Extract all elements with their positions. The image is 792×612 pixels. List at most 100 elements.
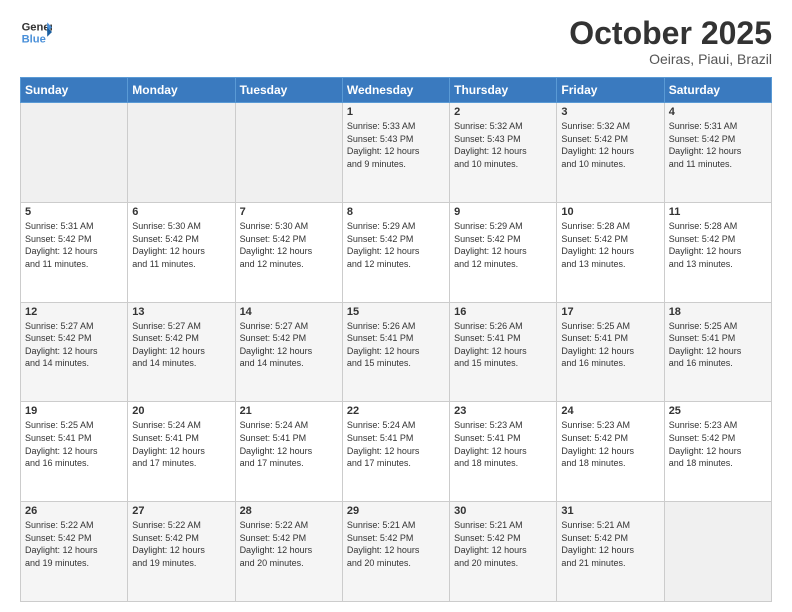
day-number: 9 (454, 206, 552, 218)
day-number: 28 (240, 505, 338, 517)
day-info: Sunrise: 5:27 AMSunset: 5:42 PMDaylight:… (132, 320, 230, 370)
day-number: 8 (347, 206, 445, 218)
weekday-header: Monday (128, 78, 235, 103)
day-number: 12 (25, 306, 123, 318)
calendar-cell (21, 103, 128, 203)
day-number: 26 (25, 505, 123, 517)
day-info: Sunrise: 5:22 AMSunset: 5:42 PMDaylight:… (132, 519, 230, 569)
day-info: Sunrise: 5:24 AMSunset: 5:41 PMDaylight:… (347, 419, 445, 469)
page: General Blue October 2025 Oeiras, Piaui,… (0, 0, 792, 612)
calendar-table: SundayMondayTuesdayWednesdayThursdayFrid… (20, 77, 772, 602)
day-number: 19 (25, 405, 123, 417)
calendar-cell (128, 103, 235, 203)
day-info: Sunrise: 5:30 AMSunset: 5:42 PMDaylight:… (240, 220, 338, 270)
day-info: Sunrise: 5:23 AMSunset: 5:42 PMDaylight:… (669, 419, 767, 469)
calendar-cell: 9 Sunrise: 5:29 AMSunset: 5:42 PMDaylight… (450, 202, 557, 302)
day-info: Sunrise: 5:21 AMSunset: 5:42 PMDaylight:… (454, 519, 552, 569)
month-title: October 2025 (569, 16, 772, 51)
calendar-cell: 21 Sunrise: 5:24 AMSunset: 5:41 PMDayligh… (235, 402, 342, 502)
calendar-week-row: 1 Sunrise: 5:33 AMSunset: 5:43 PMDaylight… (21, 103, 772, 203)
day-info: Sunrise: 5:23 AMSunset: 5:41 PMDaylight:… (454, 419, 552, 469)
calendar-cell: 2Sunrise: 5:32 AMSunset: 5:43 PMDaylight… (450, 103, 557, 203)
day-number: 30 (454, 505, 552, 517)
calendar-cell: 8Sunrise: 5:29 AMSunset: 5:42 PMDaylight… (342, 202, 449, 302)
day-number: 21 (240, 405, 338, 417)
day-info: Sunrise: 5:22 AMSunset: 5:42 PMDaylight:… (25, 519, 123, 569)
title-block: October 2025 Oeiras, Piaui, Brazil (569, 16, 772, 67)
day-number: 1 (347, 106, 445, 118)
day-info: Sunrise: 5:25 AMSunset: 5:41 PMDaylight:… (669, 320, 767, 370)
calendar-week-row: 5Sunrise: 5:31 AMSunset: 5:42 PMDaylight… (21, 202, 772, 302)
calendar-cell: 13 Sunrise: 5:27 AMSunset: 5:42 PMDayligh… (128, 302, 235, 402)
day-info: Sunrise: 5:30 AMSunset: 5:42 PMDaylight:… (132, 220, 230, 270)
day-number: 23 (454, 405, 552, 417)
calendar-cell: 14 Sunrise: 5:27 AMSunset: 5:42 PMDayligh… (235, 302, 342, 402)
weekday-header-row: SundayMondayTuesdayWednesdayThursdayFrid… (21, 78, 772, 103)
calendar-cell: 10 Sunrise: 5:28 AMSunset: 5:42 PMDayligh… (557, 202, 664, 302)
day-number: 25 (669, 405, 767, 417)
day-info: Sunrise: 5:33 AMSunset: 5:43 PMDaylight:… (347, 120, 445, 170)
calendar-cell: 1 Sunrise: 5:33 AMSunset: 5:43 PMDaylight… (342, 103, 449, 203)
day-number: 22 (347, 405, 445, 417)
calendar-week-row: 26 Sunrise: 5:22 AMSunset: 5:42 PMDayligh… (21, 502, 772, 602)
day-info: Sunrise: 5:25 AMSunset: 5:41 PMDaylight:… (25, 419, 123, 469)
calendar-cell: 5Sunrise: 5:31 AMSunset: 5:42 PMDaylight… (21, 202, 128, 302)
calendar-cell: 29 Sunrise: 5:21 AMSunset: 5:42 PMDayligh… (342, 502, 449, 602)
calendar-cell: 16 Sunrise: 5:26 AMSunset: 5:41 PMDayligh… (450, 302, 557, 402)
day-info: Sunrise: 5:25 AMSunset: 5:41 PMDaylight:… (561, 320, 659, 370)
weekday-header: Sunday (21, 78, 128, 103)
calendar-cell: 6 Sunrise: 5:30 AMSunset: 5:42 PMDaylight… (128, 202, 235, 302)
day-info: Sunrise: 5:21 AMSunset: 5:42 PMDaylight:… (347, 519, 445, 569)
day-number: 27 (132, 505, 230, 517)
day-number: 29 (347, 505, 445, 517)
day-info: Sunrise: 5:26 AMSunset: 5:41 PMDaylight:… (454, 320, 552, 370)
day-number: 10 (561, 206, 659, 218)
calendar-cell (664, 502, 771, 602)
day-info: Sunrise: 5:29 AMSunset: 5:42 PMDaylight:… (454, 220, 552, 270)
day-info: Sunrise: 5:28 AMSunset: 5:42 PMDaylight:… (561, 220, 659, 270)
logo: General Blue (20, 16, 52, 48)
weekday-header: Saturday (664, 78, 771, 103)
calendar-cell: 12 Sunrise: 5:27 AMSunset: 5:42 PMDayligh… (21, 302, 128, 402)
svg-text:Blue: Blue (22, 33, 46, 45)
day-number: 15 (347, 306, 445, 318)
calendar-cell: 17Sunrise: 5:25 AMSunset: 5:41 PMDayligh… (557, 302, 664, 402)
calendar-cell: 25 Sunrise: 5:23 AMSunset: 5:42 PMDayligh… (664, 402, 771, 502)
calendar-cell: 15Sunrise: 5:26 AMSunset: 5:41 PMDayligh… (342, 302, 449, 402)
calendar-cell: 7 Sunrise: 5:30 AMSunset: 5:42 PMDaylight… (235, 202, 342, 302)
calendar-cell: 28 Sunrise: 5:22 AMSunset: 5:42 PMDayligh… (235, 502, 342, 602)
day-number: 16 (454, 306, 552, 318)
day-info: Sunrise: 5:28 AMSunset: 5:42 PMDaylight:… (669, 220, 767, 270)
day-info: Sunrise: 5:31 AMSunset: 5:42 PMDaylight:… (669, 120, 767, 170)
day-info: Sunrise: 5:27 AMSunset: 5:42 PMDaylight:… (25, 320, 123, 370)
weekday-header: Thursday (450, 78, 557, 103)
calendar-cell: 11Sunrise: 5:28 AMSunset: 5:42 PMDayligh… (664, 202, 771, 302)
day-info: Sunrise: 5:21 AMSunset: 5:42 PMDaylight:… (561, 519, 659, 569)
day-info: Sunrise: 5:27 AMSunset: 5:42 PMDaylight:… (240, 320, 338, 370)
location-subtitle: Oeiras, Piaui, Brazil (569, 51, 772, 67)
day-info: Sunrise: 5:24 AMSunset: 5:41 PMDaylight:… (240, 419, 338, 469)
day-number: 7 (240, 206, 338, 218)
day-info: Sunrise: 5:32 AMSunset: 5:43 PMDaylight:… (454, 120, 552, 170)
day-info: Sunrise: 5:23 AMSunset: 5:42 PMDaylight:… (561, 419, 659, 469)
calendar-week-row: 19 Sunrise: 5:25 AMSunset: 5:41 PMDayligh… (21, 402, 772, 502)
weekday-header: Friday (557, 78, 664, 103)
day-number: 14 (240, 306, 338, 318)
calendar-cell (235, 103, 342, 203)
weekday-header: Wednesday (342, 78, 449, 103)
calendar-cell: 31 Sunrise: 5:21 AMSunset: 5:42 PMDayligh… (557, 502, 664, 602)
day-info: Sunrise: 5:32 AMSunset: 5:42 PMDaylight:… (561, 120, 659, 170)
calendar-cell: 3 Sunrise: 5:32 AMSunset: 5:42 PMDaylight… (557, 103, 664, 203)
day-info: Sunrise: 5:31 AMSunset: 5:42 PMDaylight:… (25, 220, 123, 270)
calendar-cell: 4Sunrise: 5:31 AMSunset: 5:42 PMDaylight… (664, 103, 771, 203)
day-number: 6 (132, 206, 230, 218)
header: General Blue October 2025 Oeiras, Piaui,… (20, 16, 772, 67)
day-info: Sunrise: 5:24 AMSunset: 5:41 PMDaylight:… (132, 419, 230, 469)
calendar-cell: 26 Sunrise: 5:22 AMSunset: 5:42 PMDayligh… (21, 502, 128, 602)
day-number: 13 (132, 306, 230, 318)
day-number: 3 (561, 106, 659, 118)
calendar-cell: 23 Sunrise: 5:23 AMSunset: 5:41 PMDayligh… (450, 402, 557, 502)
day-number: 31 (561, 505, 659, 517)
calendar-cell: 27 Sunrise: 5:22 AMSunset: 5:42 PMDayligh… (128, 502, 235, 602)
day-info: Sunrise: 5:22 AMSunset: 5:42 PMDaylight:… (240, 519, 338, 569)
